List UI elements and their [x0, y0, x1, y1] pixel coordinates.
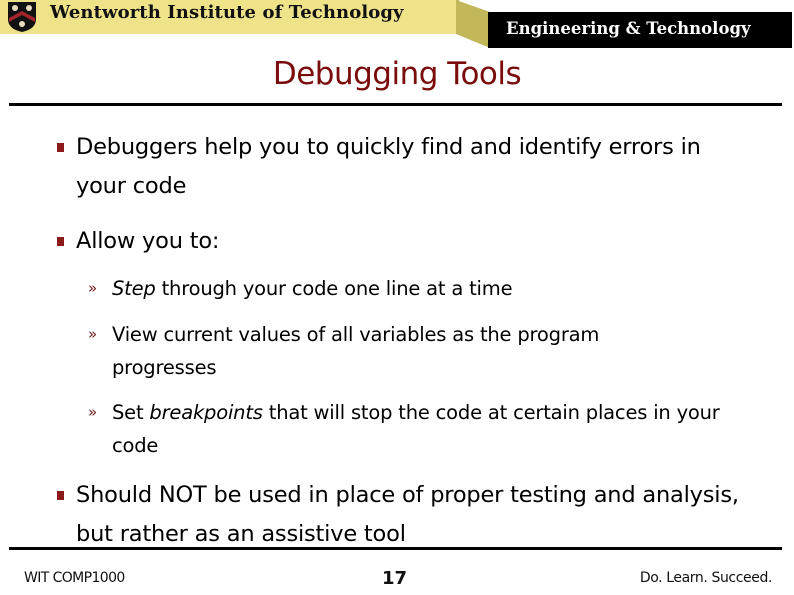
footer-course: WIT COMP1000 [24, 570, 125, 586]
department-name: Engineering & Technology [506, 19, 751, 38]
emphasis-text: breakpoints [149, 401, 263, 424]
double-chevron-icon: » [88, 403, 97, 421]
square-bullet-icon [57, 143, 64, 152]
sub-bullet-item: » Step through your code one line at a t… [88, 272, 513, 305]
square-bullet-icon [57, 237, 64, 246]
sub-bullet-item: » Set breakpoints that will stop the cod… [88, 396, 752, 462]
crest-shield-icon [8, 2, 36, 32]
sub-bullet-prefix: Set [112, 401, 150, 424]
slide-title: Debugging Tools [272, 56, 522, 92]
institution-name: Wentworth Institute of Technology [50, 2, 404, 23]
bullet-item: Debuggers help you to quickly find and i… [57, 128, 756, 206]
footer-motto: Do. Learn. Succeed. [639, 570, 773, 586]
square-bullet-icon [57, 491, 64, 500]
emphasis-text: Step [112, 277, 156, 300]
title-divider [9, 103, 782, 106]
sub-bullet-text: View current values of all variables as … [112, 323, 600, 379]
page-number: 17 [382, 568, 408, 589]
sub-bullet-item: » View current values of all variables a… [88, 318, 672, 384]
footer-divider [9, 547, 782, 550]
institution-banner: Wentworth Institute of Technology [0, 0, 459, 34]
bullet-text: Allow you to: [76, 228, 220, 254]
sub-bullet-text: through your code one line at a time [155, 277, 513, 300]
bullet-item: Should NOT be used in place of proper te… [57, 476, 756, 554]
double-chevron-icon: » [88, 279, 97, 297]
department-banner: Engineering & Technology [488, 12, 792, 48]
banner-connector [456, 0, 490, 48]
bullet-text: Should NOT be used in place of proper te… [76, 482, 739, 547]
bullet-item: Allow you to: [57, 222, 220, 261]
bullet-text: Debuggers help you to quickly find and i… [76, 134, 701, 199]
double-chevron-icon: » [88, 325, 97, 343]
